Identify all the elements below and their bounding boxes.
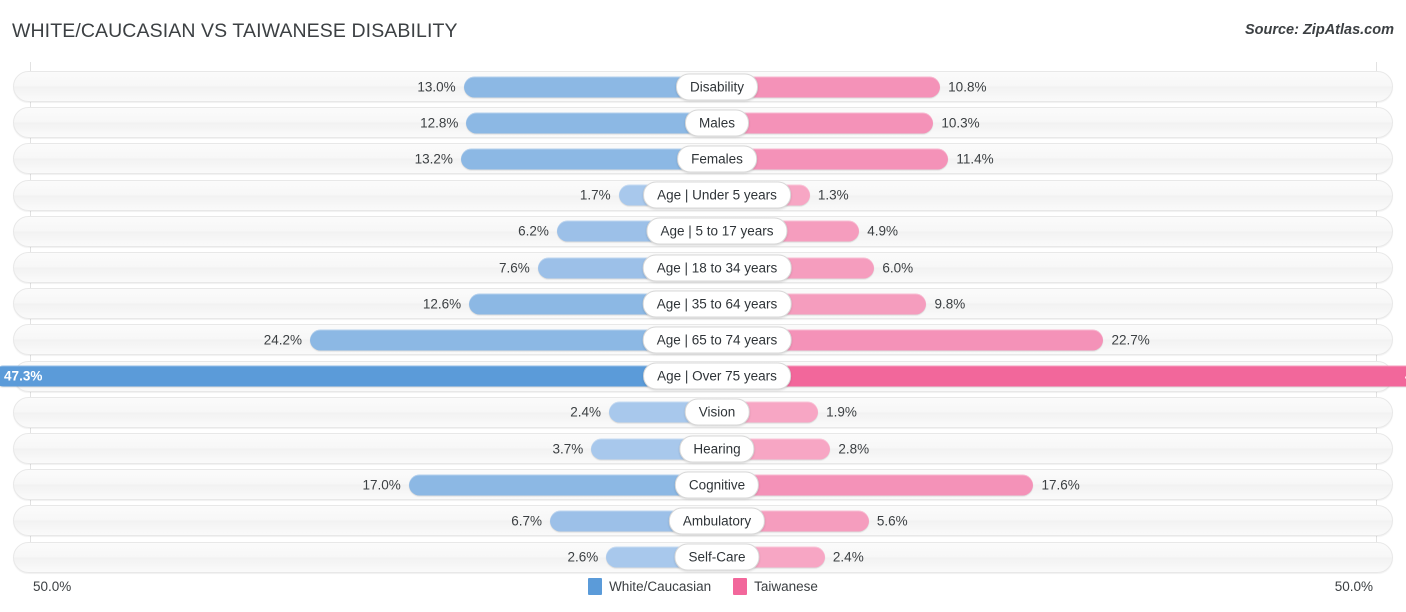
category-label-pill: Age | 35 to 64 years (642, 290, 792, 318)
value-label-white-caucasian: 2.6% (567, 549, 599, 565)
category-label-pill: Vision (684, 398, 750, 426)
chart-page: WHITE/CAUCASIAN VS TAIWANESE DISABILITY … (0, 0, 1406, 612)
table-row[interactable]: 24.2% 22.7% Age | 65 to 74 years (13, 324, 1393, 356)
value-label-taiwanese: 48.2% (1393, 369, 1406, 384)
value-label-white-caucasian: 7.6% (498, 260, 530, 275)
category-label-pill: Males (684, 109, 750, 137)
category-label-pill: Age | 18 to 34 years (642, 254, 792, 281)
category-label-pill: Females (677, 145, 757, 173)
value-label-white-caucasian: 6.2% (518, 223, 549, 239)
category-label-pill: Age | Under 5 years (643, 181, 791, 209)
legend-item[interactable]: White/Caucasian (588, 578, 711, 595)
bar-taiwanese (717, 112, 934, 134)
table-row[interactable]: 13.0% 10.8% Disability (13, 71, 1393, 102)
legend-swatch-icon (733, 578, 748, 595)
value-label-taiwanese: 17.6% (1041, 477, 1080, 493)
category-label-pill: Disability (675, 73, 759, 100)
value-label-white-caucasian: 6.7% (511, 513, 543, 529)
value-label-white-caucasian: 47.3% (4, 368, 43, 384)
table-row[interactable]: 6.7% 5.6% Ambulatory (13, 505, 1393, 537)
legend-item[interactable]: Taiwanese (733, 578, 818, 595)
value-label-taiwanese: 11.4% (956, 151, 994, 167)
table-row[interactable]: 2.4% 1.9% Vision (13, 396, 1393, 428)
value-label-taiwanese: 10.3% (941, 115, 980, 131)
table-row[interactable]: 13.2% 11.4% Females (13, 143, 1393, 175)
value-label-white-caucasian: 3.7% (552, 441, 584, 456)
value-label-taiwanese: 5.6% (876, 513, 908, 529)
value-label-white-caucasian: 12.6% (422, 296, 462, 312)
legend-label: Taiwanese (754, 579, 818, 594)
category-label-pill: Ambulatory (668, 507, 766, 535)
bar-white-caucasian (466, 112, 717, 134)
table-row[interactable]: 6.2% 4.9% Age | 5 to 17 years (13, 215, 1393, 247)
value-label-taiwanese: 1.9% (826, 404, 857, 420)
table-row[interactable]: 47.3% 48.2% Age | Over 75 years (0, 360, 1406, 392)
source-attribution: Source: ZipAtlas.com (1244, 22, 1394, 38)
legend-label: White/Caucasian (609, 579, 712, 594)
value-label-white-caucasian: 24.2% (263, 332, 302, 348)
table-row[interactable]: 12.6% 9.8% Age | 35 to 64 years (13, 288, 1393, 320)
value-label-white-caucasian: 17.0% (362, 477, 401, 493)
page-title: WHITE/CAUCASIAN VS TAIWANESE DISABILITY (12, 20, 458, 42)
table-row[interactable]: 3.7% 2.8% Hearing (13, 433, 1393, 464)
chart-header: WHITE/CAUCASIAN VS TAIWANESE DISABILITY … (0, 0, 1406, 62)
category-label-pill: Hearing (679, 435, 755, 462)
value-label-white-caucasian: 12.8% (420, 115, 459, 131)
value-label-taiwanese: 22.7% (1111, 332, 1150, 348)
bar-white-caucasian (408, 474, 717, 496)
value-label-taiwanese: 1.3% (817, 187, 849, 203)
category-label-pill: Age | 5 to 17 years (646, 217, 788, 245)
category-label-pill: Self-Care (674, 543, 760, 571)
category-label-pill: Cognitive (674, 471, 760, 499)
value-label-white-caucasian: 2.4% (570, 404, 602, 420)
bar-taiwanese (717, 365, 1406, 387)
value-label-white-caucasian: 13.2% (414, 151, 453, 167)
chart-legend: White/Caucasian Taiwanese (0, 578, 1406, 595)
category-label-pill: Age | 65 to 74 years (642, 326, 792, 354)
value-label-taiwanese: 9.8% (934, 296, 966, 312)
bar-white-caucasian (0, 365, 717, 387)
value-label-white-caucasian: 13.0% (417, 79, 456, 94)
table-row[interactable]: 17.0% 17.6% Cognitive (13, 469, 1393, 501)
bar-taiwanese (717, 474, 1034, 496)
value-label-white-caucasian: 1.7% (579, 187, 611, 203)
value-label-taiwanese: 4.9% (867, 223, 898, 239)
table-row[interactable]: 1.7% 1.3% Age | Under 5 years (13, 179, 1393, 211)
category-label-pill: Age | Over 75 years (643, 362, 791, 390)
table-row[interactable]: 7.6% 6.0% Age | 18 to 34 years (13, 252, 1393, 283)
table-row[interactable]: 2.6% 2.4% Self-Care (13, 541, 1393, 573)
value-label-taiwanese: 10.8% (948, 79, 987, 94)
value-label-taiwanese: 2.4% (832, 549, 864, 565)
value-label-taiwanese: 2.8% (838, 441, 870, 456)
table-row[interactable]: 12.8% 10.3% Males (13, 107, 1393, 139)
chart-plot-area: 13.0% 10.8% Disability 12.8% 10.3% Males 13.2%… (0, 62, 1406, 573)
chart-footer: 50.0% 50.0% White/Caucasian Taiwanese (0, 572, 1406, 612)
value-label-taiwanese: 6.0% (882, 260, 914, 275)
legend-swatch-icon (588, 578, 603, 595)
